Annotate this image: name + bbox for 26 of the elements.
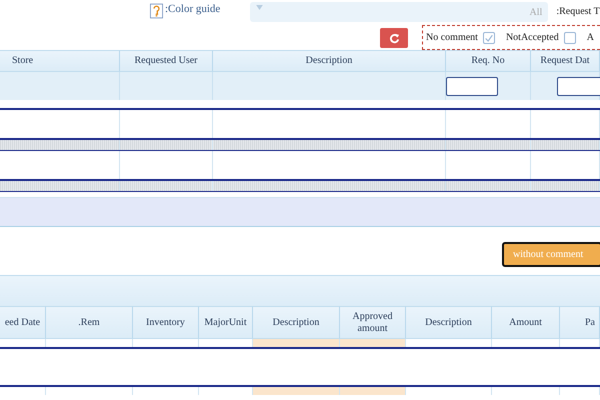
column-header[interactable]: Amount [492,306,560,339]
refresh-icon [388,32,400,44]
column-header[interactable]: Description [406,306,492,339]
column-header[interactable]: Pa [560,306,600,339]
column-header[interactable]: Requested User [120,50,213,72]
column-header[interactable]: Description [253,306,340,339]
color-guide-label: :Color guide [165,2,220,16]
column-header[interactable]: Inventory [133,306,199,339]
filter-label: A [586,32,594,43]
filter-input[interactable] [557,76,600,96]
checkbox[interactable] [564,32,576,44]
column-header[interactable]: Req. No [446,50,531,72]
column-header[interactable]: .Rem [46,306,133,339]
column-header[interactable]: MajorUnit [199,306,253,339]
filter-input[interactable] [446,76,498,96]
refresh-button[interactable] [380,28,408,48]
column-header[interactable]: Description [213,50,446,72]
column-header[interactable]: eed Date [0,306,46,339]
column-header[interactable]: Store [0,50,120,72]
filter-label: No comment [426,32,478,43]
column-header[interactable]: Request Dat [531,50,600,72]
checkbox[interactable] [482,32,495,44]
request-type-label: :Request T [556,6,600,17]
caret-icon [256,5,264,10]
filter-label: NotAccepted [506,32,559,43]
column-header[interactable]: Approved amount [340,306,406,339]
